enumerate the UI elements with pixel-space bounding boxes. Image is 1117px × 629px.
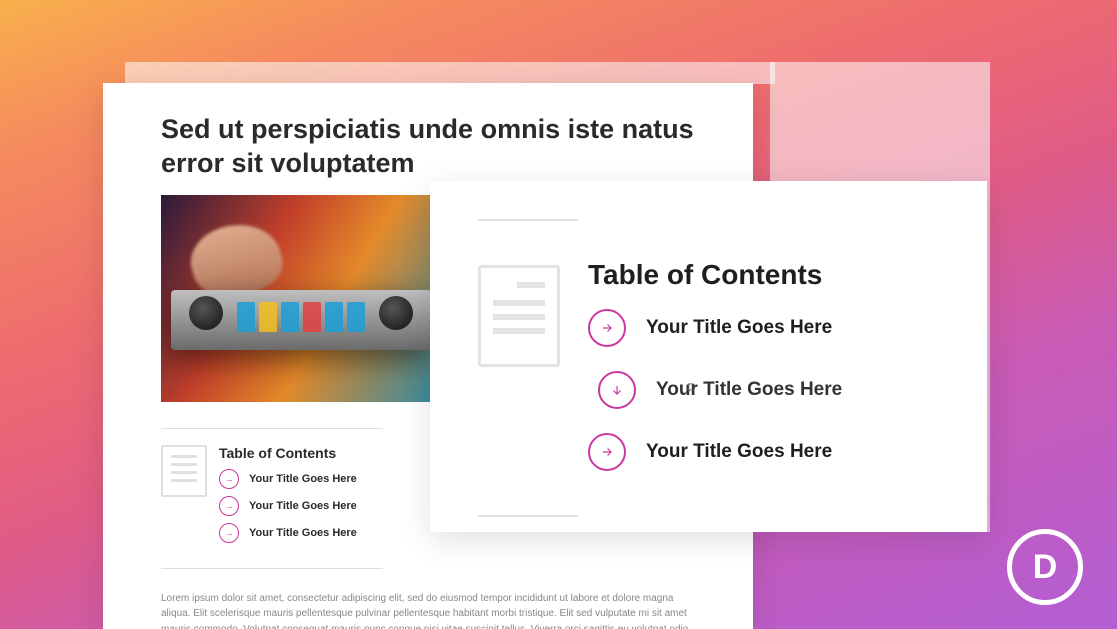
article-body: Lorem ipsum dolor sit amet, consectetur …	[161, 591, 695, 629]
toc-large-item[interactable]: Your Title Goes Here	[588, 309, 939, 347]
arrow-right-icon	[588, 433, 626, 471]
divider	[478, 515, 578, 517]
arrow-right-icon: →	[219, 523, 239, 543]
divider	[478, 219, 578, 221]
arrow-right-icon: →	[219, 496, 239, 516]
toc-large-item[interactable]: Your Title Goes Here	[598, 371, 939, 409]
arrow-down-icon	[598, 371, 636, 409]
cursor-icon	[684, 381, 698, 395]
toc-item-label: Your Title Goes Here	[249, 527, 357, 539]
arrow-right-icon	[588, 309, 626, 347]
page-background: Sed ut perspiciatis unde omnis iste natu…	[0, 0, 1117, 629]
logo-letter: D	[1033, 548, 1058, 587]
toc-item-label: Your Title Goes Here	[646, 317, 832, 339]
toc-overlay-card: Table of Contents Your Title Goes Here Y…	[430, 181, 987, 532]
divi-logo: D	[1007, 529, 1083, 605]
toc-large: Table of Contents Your Title Goes Here Y…	[478, 259, 939, 495]
toc-item-label: Your Title Goes Here	[249, 500, 357, 512]
divider	[161, 428, 383, 429]
document-icon	[478, 265, 560, 367]
back-card-shadow	[125, 62, 775, 84]
toc-large-item[interactable]: Your Title Goes Here	[588, 433, 939, 471]
document-icon	[161, 445, 207, 497]
toc-item-label: Your Title Goes Here	[646, 441, 832, 463]
hero-image	[161, 195, 441, 402]
toc-item-label: Your Title Goes Here	[249, 473, 357, 485]
article-title: Sed ut perspiciatis unde omnis iste natu…	[161, 113, 695, 181]
toc-large-heading: Table of Contents	[588, 259, 939, 291]
arrow-right-icon: →	[219, 469, 239, 489]
divider	[161, 568, 383, 569]
